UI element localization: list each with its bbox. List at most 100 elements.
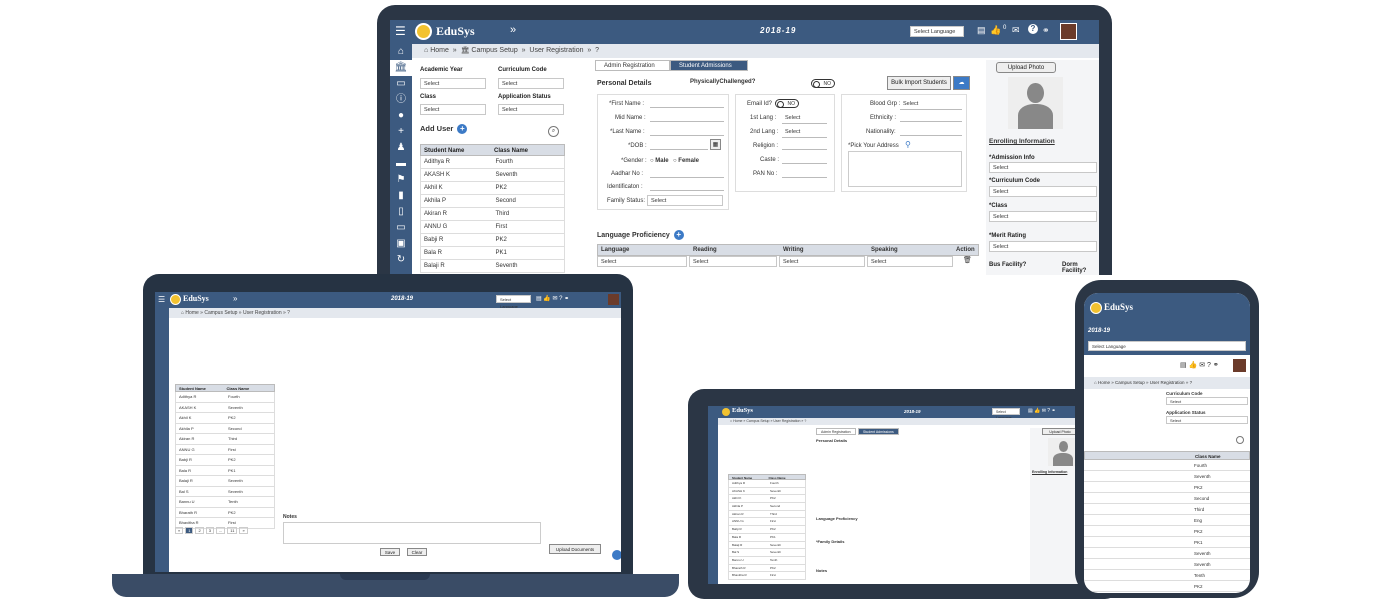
phone-crumb-user-reg[interactable]: User Registration: [1150, 380, 1185, 385]
application-status-select[interactable]: Select: [498, 104, 564, 115]
info-icon[interactable]: ⓘ: [390, 92, 412, 108]
table-row[interactable]: Babji R PK2: [728, 526, 806, 534]
table-row[interactable]: Adithya R Fourth: [728, 480, 806, 488]
phone-class-row[interactable]: Second: [1084, 493, 1250, 504]
table-row[interactable]: Bannu U Tenth: [175, 497, 275, 508]
table-row[interactable]: Bharath R PK2: [175, 507, 275, 518]
reading-select[interactable]: Select: [689, 256, 777, 267]
mid-name-input[interactable]: [650, 113, 724, 122]
tablet-crumb-help[interactable]: ?: [804, 419, 806, 423]
table-row[interactable]: AKASH K Seventh: [175, 402, 275, 413]
bed-icon[interactable]: ▭: [390, 220, 412, 236]
page-link[interactable]: 11: [227, 527, 238, 534]
monitor-icon[interactable]: ▭: [390, 76, 412, 92]
clear-button[interactable]: Clear: [407, 548, 427, 556]
trash-icon[interactable]: 🗑: [963, 256, 972, 268]
phone-crumb-home[interactable]: Home: [1098, 380, 1110, 385]
laptop-language-select[interactable]: Select Language: [496, 295, 531, 309]
aadhar-input[interactable]: [650, 169, 724, 178]
phone-class-row[interactable]: Tenth: [1084, 570, 1250, 581]
table-row[interactable]: Bal S Seventh: [728, 549, 806, 557]
table-row[interactable]: ANNU G First: [728, 518, 806, 527]
tablet-crumb-home[interactable]: Home: [733, 419, 742, 423]
email-id-toggle[interactable]: NO: [775, 99, 799, 108]
curriculum-code-select[interactable]: Select: [498, 78, 564, 89]
page-link[interactable]: 2: [195, 527, 204, 534]
last-name-input[interactable]: [650, 127, 724, 136]
caste-input[interactable]: [782, 155, 827, 164]
search-icon[interactable]: ⌕: [548, 126, 559, 137]
expand-chevron-icon[interactable]: »: [510, 24, 516, 36]
phone-language-select[interactable]: Select Language: [1088, 341, 1246, 351]
tablet-upload-photo[interactable]: Upload Photo: [1042, 428, 1078, 435]
table-row[interactable]: AKASH K Seventh: [420, 169, 565, 182]
link-icon[interactable]: ⚭: [1042, 25, 1050, 36]
crumb-home[interactable]: Home: [430, 47, 449, 54]
class-select[interactable]: Select: [420, 104, 486, 115]
laptop-crumb-user-reg[interactable]: User Registration: [243, 310, 282, 316]
refresh-icon[interactable]: ↻: [390, 252, 412, 268]
table-row[interactable]: Akhil K PK2: [175, 413, 275, 424]
crumb-user-registration[interactable]: User Registration: [529, 47, 583, 54]
table-row[interactable]: Akiran R Third: [420, 208, 565, 221]
page-link[interactable]: »: [239, 527, 248, 534]
table-row[interactable]: Balaji R Seventh: [175, 476, 275, 487]
clipboard-icon[interactable]: ▤: [977, 25, 986, 36]
phone-crumb-help[interactable]: ?: [1190, 380, 1193, 385]
address-textarea[interactable]: [848, 151, 962, 187]
physically-challenged-toggle[interactable]: NO: [811, 79, 835, 88]
upload-cloud-icon[interactable]: ☁: [953, 76, 970, 90]
first-lang-select[interactable]: Select: [782, 113, 827, 124]
help-icon[interactable]: ?: [1028, 24, 1038, 34]
table-row[interactable]: Akiran R Third: [175, 434, 275, 445]
upload-documents-button[interactable]: Upload Documents: [549, 544, 601, 554]
writing-select[interactable]: Select: [779, 256, 865, 267]
laptop-user-avatar[interactable]: [608, 294, 619, 305]
table-row[interactable]: Balaji R Seventh: [728, 541, 806, 550]
card-icon[interactable]: ▬: [390, 156, 412, 172]
phone-class-row[interactable]: Eng: [1084, 515, 1250, 526]
table-row[interactable]: Akhila P Second: [728, 503, 806, 511]
first-name-input[interactable]: [650, 99, 724, 108]
phone-class-row[interactable]: Third: [1084, 504, 1250, 515]
upload-photo-button[interactable]: Upload Photo: [996, 62, 1056, 73]
table-row[interactable]: Bhavitha R First: [728, 572, 806, 580]
tablet-crumb-user-reg[interactable]: User Registration: [773, 419, 800, 423]
tab-student-admissions[interactable]: Student Admissions: [670, 60, 748, 71]
table-row[interactable]: Bala R PK1: [175, 465, 275, 476]
book-icon[interactable]: ▮: [390, 188, 412, 204]
pan-input[interactable]: [782, 169, 827, 178]
speaking-select[interactable]: Select: [867, 256, 953, 267]
table-row[interactable]: Akhila P Second: [175, 423, 275, 434]
religion-input[interactable]: [782, 141, 827, 150]
phone-class-row[interactable]: Fourth: [1084, 460, 1250, 471]
academic-year-select[interactable]: Select: [420, 78, 486, 89]
family-status-select[interactable]: Select: [647, 195, 723, 206]
language-select[interactable]: Select: [597, 256, 687, 267]
tablet-crumb-campus[interactable]: Campus Setup: [746, 419, 769, 423]
map-pin-icon[interactable]: ⚲: [905, 140, 911, 149]
user-plus-icon[interactable]: +: [390, 124, 412, 140]
class-right-select[interactable]: Select: [989, 211, 1097, 222]
blood-group-select[interactable]: Select: [900, 99, 962, 110]
phone-curriculum-select[interactable]: Select: [1166, 397, 1248, 405]
laptop-crumb-home[interactable]: Home: [185, 310, 198, 316]
table-row[interactable]: Akhila P Second: [420, 195, 565, 208]
table-row[interactable]: Bharath R PK2: [728, 564, 806, 573]
bus-icon[interactable]: ▣: [390, 236, 412, 252]
identification-input[interactable]: [650, 182, 724, 191]
table-row[interactable]: Balaji R Seventh: [420, 260, 565, 273]
add-user-plus-icon[interactable]: +: [457, 124, 468, 134]
nationality-input[interactable]: [900, 127, 962, 136]
calendar-icon[interactable]: ▦: [710, 139, 721, 150]
bulk-import-button[interactable]: Bulk Import Students: [887, 76, 951, 90]
users-icon[interactable]: ♟: [390, 140, 412, 156]
add-language-plus-icon[interactable]: +: [673, 230, 684, 240]
laptop-crumb-campus[interactable]: Campus Setup: [204, 310, 237, 316]
document-icon[interactable]: ▯: [390, 204, 412, 220]
user-avatar[interactable]: [1060, 23, 1077, 40]
col-student-name[interactable]: Student Name: [424, 145, 494, 155]
curriculum-code-right-select[interactable]: Select: [989, 186, 1097, 197]
table-row[interactable]: ANNU G First: [175, 444, 275, 455]
ethnicity-input[interactable]: [900, 113, 962, 122]
